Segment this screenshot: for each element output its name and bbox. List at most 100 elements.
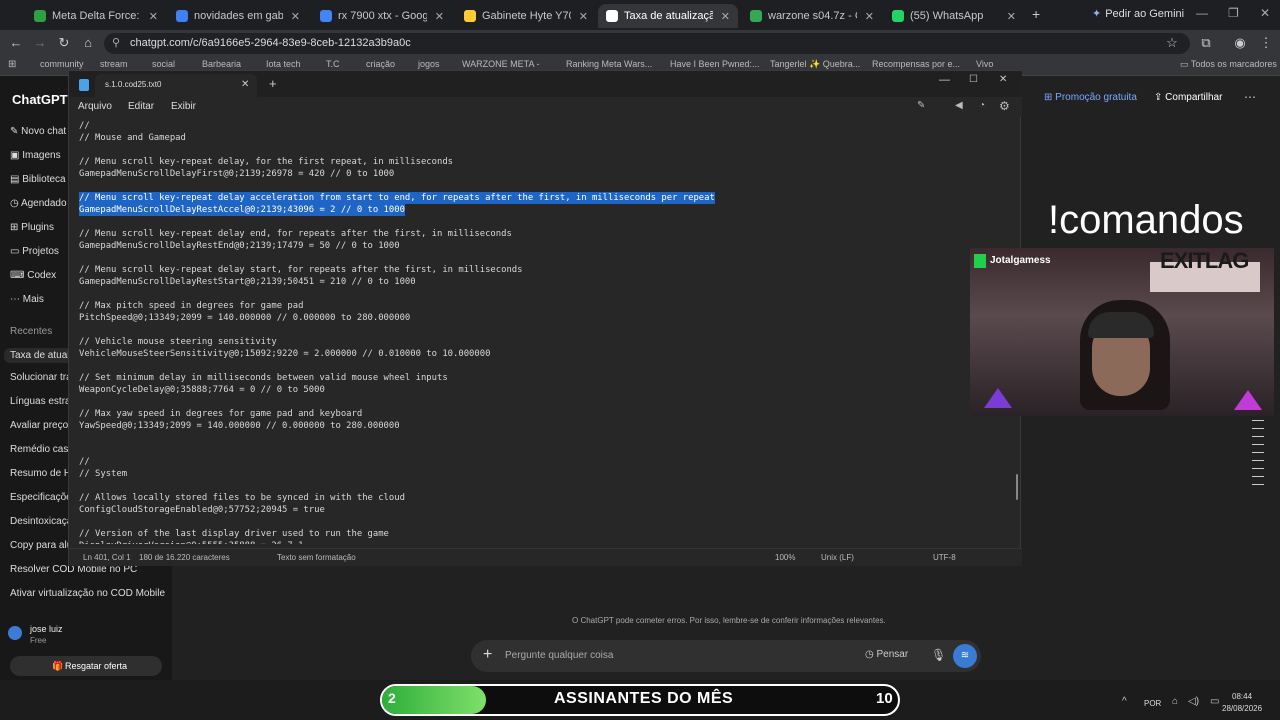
status-encoding[interactable]: UTF-8 (933, 553, 956, 562)
volume-icon[interactable]: ◁) (1188, 696, 1199, 707)
promo-button[interactable]: ⊞ Promoção gratuita (1044, 92, 1137, 103)
home-icon[interactable]: ⌂ (80, 35, 96, 51)
prompt-input[interactable]: Pergunte qualquer coisa (505, 650, 613, 661)
bookmark-item[interactable]: Recompensas por e... (872, 59, 960, 69)
notepad-menu-item[interactable]: Arquivo (78, 101, 112, 112)
browser-tab[interactable]: (55) WhatsApp ✕ (884, 4, 1024, 28)
more-options-icon[interactable]: ⋯ (1244, 90, 1256, 104)
window-restore-button[interactable]: ❐ (1228, 6, 1239, 20)
site-info-icon[interactable]: ⚲ (112, 33, 120, 54)
think-button[interactable]: ◷ Pensar (865, 649, 908, 660)
maximize-button[interactable]: ☐ (969, 74, 978, 85)
status-eol[interactable]: Unix (LF) (821, 553, 854, 562)
browser-tab[interactable]: novidades em gabinete hig✕ (168, 4, 308, 28)
recent-chat-item[interactable]: Línguas estran (10, 396, 76, 407)
close-window-button[interactable]: ✕ (999, 74, 1007, 85)
close-tab-icon[interactable]: ✕ (141, 10, 158, 23)
close-tab-icon[interactable]: ✕ (571, 10, 588, 23)
close-tab-icon[interactable]: ✕ (283, 10, 300, 23)
url-field[interactable]: ⚲ chatgpt.com/c/6a9166e5-2964-83e9-8ceb-… (104, 33, 1190, 54)
chatgpt-logo[interactable]: ChatGPT (12, 92, 68, 107)
close-tab-icon[interactable]: ✕ (713, 10, 730, 23)
voice-mode-button[interactable]: ≋ (953, 644, 977, 668)
window-close-button[interactable]: ✕ (1260, 6, 1270, 20)
bookmark-item[interactable]: jogos (418, 59, 440, 69)
account-icon[interactable]: ◔ (979, 100, 985, 111)
tray-chevron-icon[interactable]: ^ (1122, 696, 1127, 707)
bookmark-item[interactable]: Iota tech (266, 59, 301, 69)
battery-icon[interactable]: ▭ (1210, 696, 1219, 707)
dictation-icon[interactable]: ◀ (955, 100, 963, 111)
status-zoom[interactable]: 100% (775, 553, 795, 562)
redeem-offer-button[interactable]: 🎁 Resgatar oferta (10, 656, 162, 676)
browser-tab[interactable]: Taxa de atualização usada✕ (598, 4, 738, 28)
sidebar-item[interactable]: ⋯ Mais (10, 294, 44, 305)
new-tab-button[interactable]: + (1032, 6, 1040, 22)
bookmark-item[interactable]: stream (100, 59, 128, 69)
notepad-menu-item[interactable]: Editar (128, 101, 154, 112)
bookmark-item[interactable]: Tangerlel ✨ Quebra... (770, 59, 860, 70)
text-line: // Max yaw speed in degrees for game pad… (79, 409, 363, 419)
gemini-button[interactable]: ✦ Pedir ao Gemini (1092, 7, 1184, 21)
clock-date[interactable]: 28/08/2026 (1222, 704, 1262, 713)
profile-icon[interactable]: ◉ (1232, 35, 1248, 51)
recent-chat-item[interactable]: Solucionar tra (10, 372, 72, 383)
sidebar-item[interactable]: ✎ Novo chat (10, 126, 66, 137)
reload-icon[interactable]: ↻ (56, 35, 72, 51)
recent-chat-item[interactable]: Ativar virtualização no COD Mobile (10, 588, 165, 599)
tray-language[interactable]: POR (1144, 699, 1161, 708)
bookmark-item[interactable]: Ranking Meta Wars... (566, 59, 652, 69)
notepad-tab[interactable]: s.1.0.cod25.txt0 ✕ (95, 74, 257, 97)
bookmark-item[interactable]: criação (366, 59, 395, 69)
bookmark-item[interactable]: WARZONE META - (462, 59, 540, 69)
new-tab-button[interactable]: + (269, 76, 277, 91)
recent-chat-item[interactable]: Avaliar preço (10, 420, 68, 431)
sidebar-item[interactable]: ⌨ Codex (10, 270, 56, 281)
notepad-icon (79, 79, 89, 91)
back-icon[interactable]: ← (8, 35, 24, 51)
all-bookmarks-folder[interactable]: ▭ Todos os marcadores (1180, 59, 1277, 70)
bookmark-item[interactable]: social (152, 59, 175, 69)
copilot-icon[interactable]: ✎ (917, 100, 925, 111)
chrome-menu-icon[interactable]: ⋮ (1258, 35, 1274, 51)
browser-tab[interactable]: Gabinete Hyte Y70 Touch✕ (456, 4, 596, 28)
network-icon[interactable]: ⌂ (1172, 696, 1178, 707)
browser-tab[interactable]: Meta Delta Force: Melhore✕ (26, 4, 166, 28)
close-tab-icon[interactable]: ✕ (857, 10, 874, 23)
sidebar-item[interactable]: ◷ Agendado (10, 198, 67, 209)
recent-chat-item[interactable]: Copy para alu (10, 540, 72, 551)
recent-chat-item[interactable]: Especificações (10, 492, 77, 503)
microphone-icon[interactable]: 🎙 (931, 648, 946, 662)
clock-time[interactable]: 08:44 (1232, 692, 1252, 701)
plus-icon[interactable]: + (483, 646, 492, 664)
sidebar-item[interactable]: ⊞ Plugins (10, 222, 54, 233)
prompt-box[interactable]: + Pergunte qualquer coisa ◷ Pensar 🎙 ≋ (471, 640, 981, 672)
sidebar-item[interactable]: ▣ Imagens (10, 150, 61, 161)
notepad-menu-item[interactable]: Exibir (171, 101, 196, 112)
bookmark-item[interactable]: community (40, 59, 84, 69)
window-minimize-button[interactable]: — (1196, 6, 1208, 20)
share-button[interactable]: ⇪ Compartilhar (1154, 92, 1222, 103)
minimize-button[interactable]: — (939, 74, 950, 86)
bookmark-item[interactable]: Barbearia (202, 59, 241, 69)
bookmark-item[interactable]: Vivo (976, 59, 993, 69)
sidebar-item[interactable]: ▭ Projetos (10, 246, 59, 257)
close-tab-icon[interactable]: ✕ (427, 10, 444, 23)
notepad-text-area[interactable]: // // Mouse and Gamepad // Menu scroll key… (69, 118, 1014, 544)
bookmark-item[interactable]: T.C (326, 59, 340, 69)
bookmark-star-icon[interactable]: ☆ (1164, 35, 1180, 51)
webcam-overlay: EXITLAG Jotalgamess (970, 248, 1274, 416)
settings-icon[interactable]: ⚙ (999, 99, 1010, 113)
bookmark-item[interactable]: Have I Been Pwned:... (670, 59, 760, 69)
browser-tab[interactable]: rx 7900 xtx - Google Shopp✕ (312, 4, 452, 28)
forward-icon[interactable]: → (32, 35, 48, 51)
close-tab-icon[interactable]: ✕ (241, 74, 249, 96)
extensions-icon[interactable]: ⧉ (1198, 35, 1214, 51)
recent-chat-item[interactable]: Resumo de Hi (10, 468, 73, 479)
scrollbar-thumb[interactable] (1016, 474, 1018, 500)
sidebar-item[interactable]: ▤ Biblioteca (10, 174, 66, 185)
apps-grid-icon[interactable]: ⊞ (8, 59, 16, 70)
avatar[interactable] (8, 626, 22, 640)
close-tab-icon[interactable]: ✕ (999, 10, 1016, 23)
browser-tab[interactable]: warzone s04.7z - Google D✕ (742, 4, 882, 28)
